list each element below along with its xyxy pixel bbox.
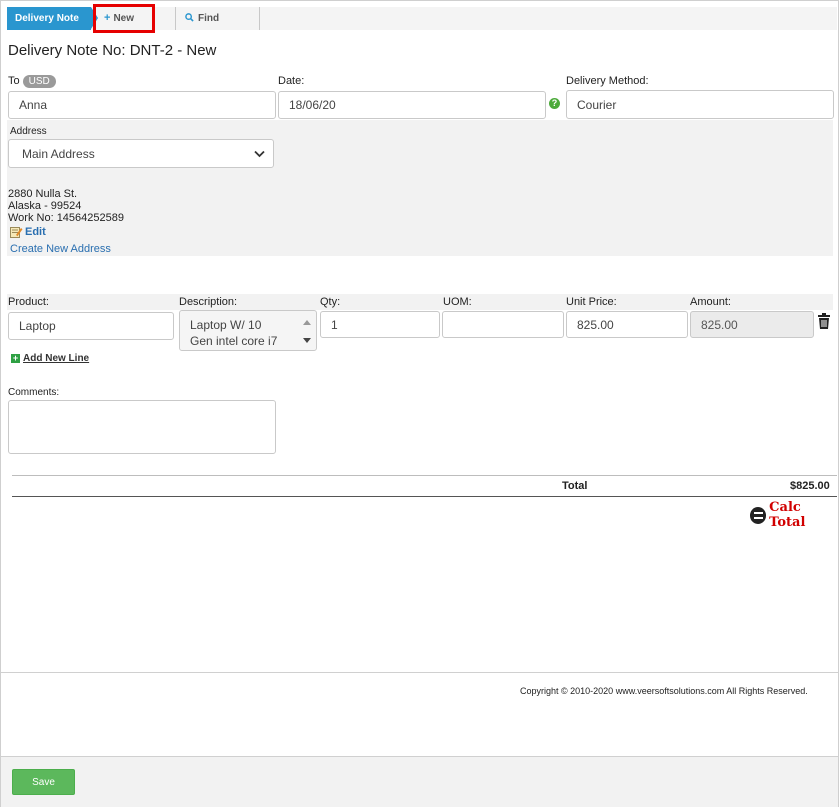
amount-field: 825.00 <box>690 311 814 338</box>
description-line: Laptop W/ 10 <box>190 318 262 332</box>
description-textarea[interactable]: Laptop W/ 10 Gen intel core i7 <box>179 310 317 351</box>
to-label-text: To <box>8 75 20 87</box>
description-header: Description: <box>179 296 238 308</box>
qty-input-value: 1 <box>331 317 338 332</box>
tab-new-label: New <box>113 13 134 24</box>
edit-icon <box>10 227 23 238</box>
comments-label: Comments: <box>8 387 60 398</box>
address-line: 2880 Nulla St. <box>8 188 78 200</box>
total-label: Total <box>562 480 588 492</box>
divider <box>12 475 837 476</box>
divider <box>1 672 838 673</box>
date-input-value: 18/06/20 <box>289 98 336 112</box>
product-input[interactable]: Laptop <box>8 312 174 340</box>
edit-address-link[interactable]: Edit <box>10 226 46 238</box>
product-input-value: Laptop <box>19 319 56 333</box>
address-line: Alaska - 99524 <box>8 200 82 212</box>
date-label: Date: <box>278 75 305 87</box>
add-new-line-button[interactable]: + Add New Line <box>11 353 89 364</box>
customer-input[interactable]: Anna <box>8 91 276 119</box>
comments-textarea[interactable] <box>8 400 276 454</box>
amount-header: Amount: <box>690 296 731 308</box>
date-input[interactable]: 18/06/20 <box>278 91 546 119</box>
address-line: Work No: 14564252589 <box>8 212 124 224</box>
address-select-value: Main Address <box>22 146 95 161</box>
copyright-text: Copyright © 2010-2020 www.veersoftsoluti… <box>520 686 808 696</box>
calculator-icon <box>750 506 767 524</box>
trash-icon[interactable] <box>818 313 830 329</box>
tab-new[interactable]: + New <box>93 4 155 33</box>
app-frame: Delivery Note + New Find Delivery Note No… <box>0 0 839 807</box>
product-header: Product: <box>8 296 49 308</box>
tab-divider <box>259 7 260 30</box>
currency-badge[interactable]: USD <box>22 75 56 88</box>
calc-total-label: Calc Total <box>769 500 806 530</box>
tab-find[interactable]: Find <box>185 7 219 30</box>
add-new-line-label: Add New Line <box>23 353 90 364</box>
tab-find-label: Find <box>198 13 220 24</box>
address-select[interactable]: Main Address <box>8 139 274 168</box>
to-label: To USD <box>8 75 56 88</box>
tab-delivery-note-label: Delivery Note <box>15 13 79 24</box>
amount-value: 825.00 <box>701 317 738 332</box>
tab-divider <box>175 7 176 30</box>
action-bar <box>1 756 838 807</box>
unit-price-input[interactable]: 825.00 <box>566 311 688 338</box>
plus-icon: + <box>11 353 20 363</box>
tab-bar: Delivery Note + New Find <box>7 4 837 33</box>
create-new-address-link[interactable]: Create New Address <box>10 243 111 255</box>
divider <box>12 496 837 497</box>
total-value: $825.00 <box>790 480 830 492</box>
customer-input-value: Anna <box>19 98 48 112</box>
delivery-method-input[interactable]: Courier <box>566 90 834 119</box>
plus-icon: + <box>104 12 111 24</box>
help-icon[interactable]: ? <box>549 98 560 109</box>
tab-delivery-note[interactable]: Delivery Note <box>7 7 98 30</box>
edit-address-label: Edit <box>25 226 46 238</box>
calc-total-button[interactable]: Calc Total <box>750 500 838 530</box>
description-line: Gen intel core i7 <box>190 334 278 348</box>
unit-price-value: 825.00 <box>577 317 614 332</box>
unit-price-header: Unit Price: <box>566 296 617 308</box>
search-icon <box>185 13 194 22</box>
page-title: Delivery Note No: DNT-2 - New <box>8 42 217 59</box>
address-details: 2880 Nulla St. Alaska - 99524 Work No: 1… <box>8 188 124 224</box>
address-label: Address <box>10 126 47 137</box>
scrollbar[interactable] <box>300 313 314 348</box>
uom-header: UOM: <box>443 296 472 308</box>
delivery-method-value: Courier <box>577 97 617 112</box>
qty-header: Qty: <box>320 296 341 308</box>
qty-input[interactable]: 1 <box>320 311 440 338</box>
save-button[interactable]: Save <box>12 769 75 795</box>
chevron-down-icon <box>254 150 265 158</box>
uom-input[interactable] <box>442 311 564 338</box>
delivery-method-label: Delivery Method: <box>566 75 649 87</box>
